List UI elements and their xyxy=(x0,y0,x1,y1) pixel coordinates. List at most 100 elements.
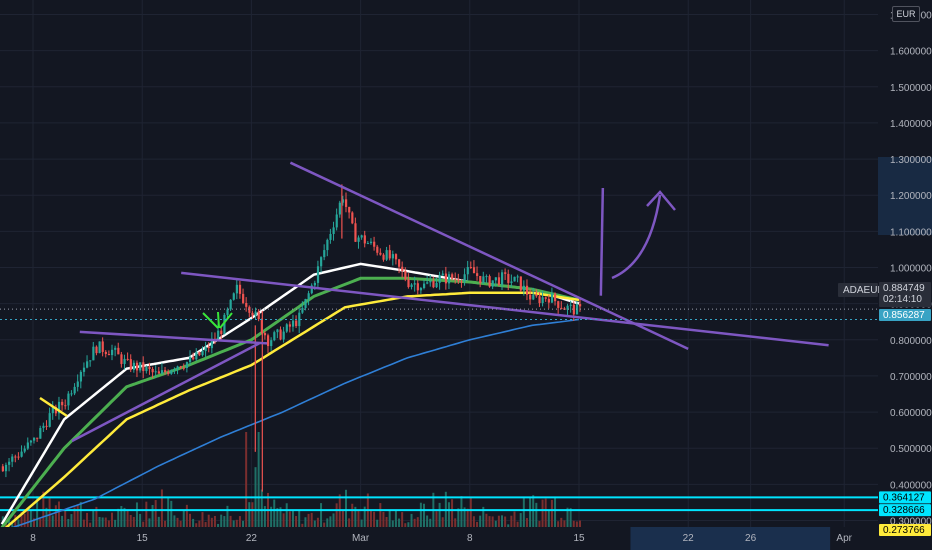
volume-bar xyxy=(220,514,223,527)
candle-body xyxy=(348,206,351,213)
candle-body xyxy=(14,456,17,458)
volume-bar xyxy=(413,518,416,527)
volume-bar xyxy=(407,522,410,527)
time-tick-label: 15 xyxy=(137,533,149,544)
candle-body xyxy=(457,279,460,282)
time-axis[interactable]: 8 15 22 Mar 8 15 22 26 Apr xyxy=(0,527,932,550)
candle-body xyxy=(157,371,160,374)
volume-bar xyxy=(126,510,129,527)
candle-body xyxy=(382,254,385,260)
candle-body xyxy=(198,351,201,356)
volume-bar xyxy=(579,520,581,527)
currency-button[interactable]: EUR xyxy=(892,6,920,22)
volume-bar xyxy=(379,503,382,527)
candle-body xyxy=(550,293,554,303)
volume-bar xyxy=(572,520,575,527)
volume-bar xyxy=(251,502,254,527)
volume-bar xyxy=(460,496,463,527)
volume-bar xyxy=(373,511,376,527)
volume-bar xyxy=(310,512,313,527)
candle-body xyxy=(522,285,526,291)
price-tick-label: 1.400000 xyxy=(890,119,932,130)
volume-bar xyxy=(298,510,301,527)
candle-body xyxy=(20,451,23,457)
candle-body xyxy=(48,413,51,427)
candle-body xyxy=(485,276,488,278)
candle-body xyxy=(135,362,139,371)
candle-body xyxy=(529,294,532,300)
candle-body xyxy=(120,354,123,364)
time-tick-label: 8 xyxy=(30,533,36,544)
volume-bar xyxy=(82,519,85,527)
volume-bar xyxy=(525,518,528,527)
candle-body xyxy=(179,366,182,368)
volume-bar xyxy=(345,489,347,527)
volume-bar xyxy=(170,500,173,527)
candle-body xyxy=(482,276,485,284)
candle-body xyxy=(413,283,416,285)
candle-body xyxy=(235,284,238,294)
candle-body xyxy=(86,361,89,368)
volume-bar xyxy=(491,516,494,527)
volume-bar xyxy=(304,517,307,527)
volume-bar xyxy=(257,432,260,527)
volume-bar xyxy=(394,510,397,527)
volume-bar xyxy=(39,518,42,527)
candle-body xyxy=(229,299,232,310)
volume-bar xyxy=(401,512,404,527)
volume-bar xyxy=(79,501,82,527)
candle-body xyxy=(541,297,544,304)
volume-bar xyxy=(554,497,557,527)
volume-bar xyxy=(307,513,310,527)
candle-body xyxy=(45,425,48,427)
price-axis[interactable]: 1.7000001.6000001.5000001.4000001.300000… xyxy=(878,0,932,550)
volume-bar xyxy=(522,498,525,527)
candle-body xyxy=(173,369,176,371)
candle-body xyxy=(39,428,42,439)
candle-body xyxy=(451,274,454,279)
candle-body xyxy=(232,293,235,300)
volume-bar xyxy=(48,498,51,527)
volume-bar xyxy=(51,515,54,527)
volume-bar xyxy=(550,499,553,527)
volume-bar xyxy=(232,520,235,527)
volume-bar xyxy=(173,515,176,527)
candle-body xyxy=(444,273,448,284)
candle-body xyxy=(82,367,86,372)
candle-body xyxy=(429,281,432,283)
candle-body xyxy=(151,369,154,373)
volume-bar xyxy=(341,509,344,527)
candle-body xyxy=(276,329,279,333)
volume-bar xyxy=(229,515,232,527)
candle-body xyxy=(376,246,379,253)
candle-body xyxy=(332,227,335,234)
volume-bar xyxy=(242,520,245,527)
time-tick-label: 8 xyxy=(467,533,473,544)
price-chart[interactable]: 1.7000001.6000001.5000001.4000001.300000… xyxy=(0,0,932,550)
candle-body xyxy=(189,357,192,363)
volume-bar xyxy=(326,518,329,527)
volume-bar xyxy=(23,513,26,527)
candle-body xyxy=(98,341,101,354)
volume-bar xyxy=(376,519,379,527)
candle-body xyxy=(154,371,157,373)
volume-bar xyxy=(472,516,475,527)
candle-body xyxy=(379,252,382,255)
volume-bar xyxy=(320,503,323,527)
candle-body xyxy=(335,214,338,228)
time-tick-label: 22 xyxy=(683,533,695,544)
candle-body xyxy=(398,259,401,267)
candle-body xyxy=(114,347,117,350)
time-tick-label: Apr xyxy=(836,533,852,544)
last-price-tag-text: 02:14:10 xyxy=(883,294,922,305)
candle-body xyxy=(226,309,229,315)
candle-body xyxy=(476,273,479,276)
candle-body xyxy=(204,346,207,352)
volume-bar xyxy=(104,517,107,527)
candle-body xyxy=(419,288,423,291)
candle-body xyxy=(479,275,482,284)
candle-body xyxy=(89,360,92,362)
candle-body xyxy=(454,278,457,280)
volume-bar xyxy=(535,502,538,527)
candle-body xyxy=(435,282,438,288)
